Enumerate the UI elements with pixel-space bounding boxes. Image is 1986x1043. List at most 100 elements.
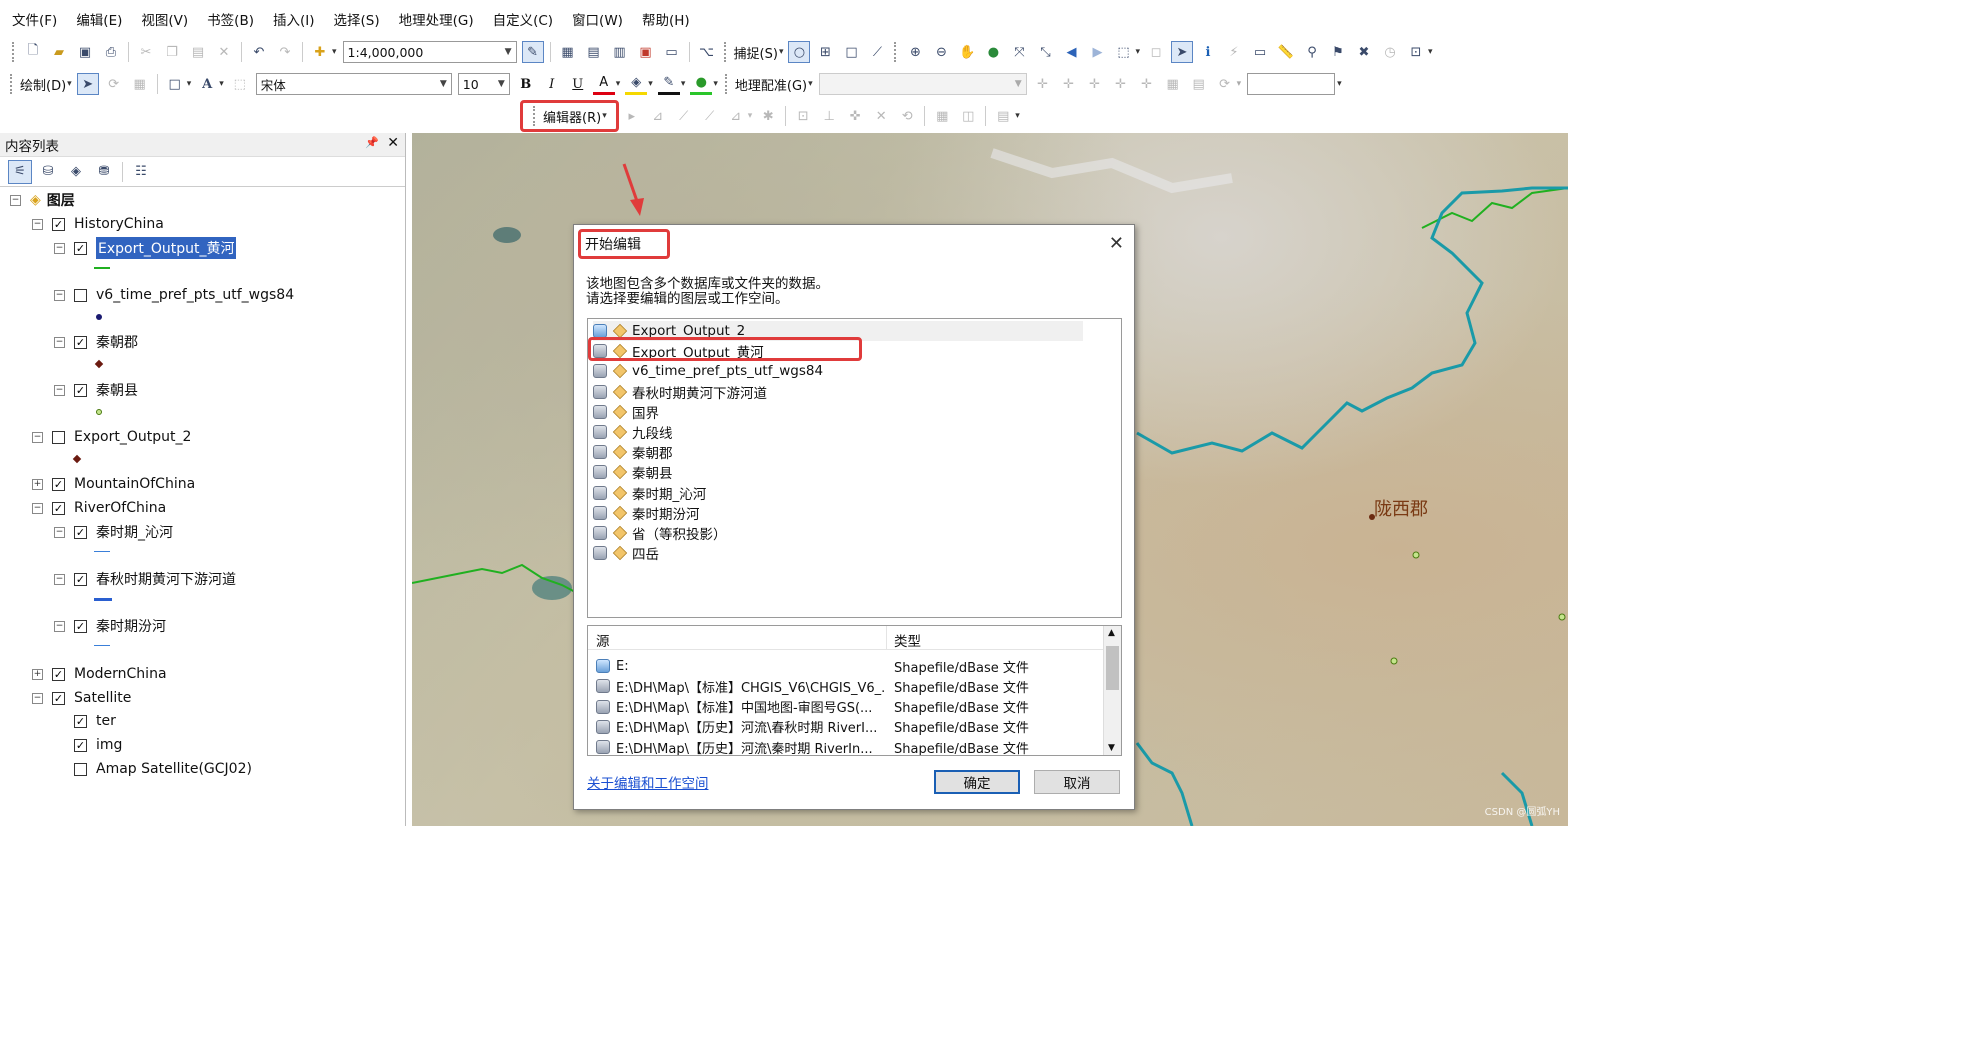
menu-selection[interactable]: 选择(S) [333,9,379,29]
workspace-item[interactable]: 秦时期_沁河 [593,483,706,503]
toc-layer[interactable]: − ✓ 秦时期汾河 [54,615,166,637]
toc-root[interactable]: − ◈ 图层 [10,189,75,211]
trace-dropdown-icon[interactable]: ▾ [748,111,753,121]
cancel-button[interactable]: 取消 [1034,770,1120,794]
layer-visibility-checkbox[interactable]: ✓ [52,691,65,705]
snapping-menu[interactable]: 捕捉(S) [734,43,778,62]
html-popup-icon[interactable]: ▭ [1249,41,1271,63]
marker-color-icon[interactable]: ● [690,73,713,95]
find-route-icon[interactable]: ⚑ [1327,41,1349,63]
line-color-dropdown-icon[interactable]: ▾ [681,79,686,89]
clear-selection-icon[interactable]: ◻ [1145,41,1167,63]
fill-color-dropdown-icon[interactable]: ▾ [648,79,653,89]
line-color-icon[interactable]: ✎ [657,73,680,95]
marker-color-dropdown-icon[interactable]: ▾ [713,79,718,89]
editor-toolbar-icon[interactable]: ✎ [521,41,544,63]
source-row[interactable]: E:\DH\Map\【标准】CHGIS_V6\CHGIS_V6_... Shape… [596,676,1096,696]
toc-layer[interactable]: − ✓ Satellite [32,687,131,709]
draw-dropdown-icon[interactable]: ▾ [67,79,72,89]
go-back-icon[interactable]: ◀ [1060,41,1082,63]
add-data-icon[interactable]: ✚ [309,41,331,63]
toc-layer[interactable]: − ✓ Export_Output_黄河 [54,237,237,259]
viewer-icon[interactable]: ▤ [1188,73,1210,95]
menu-bookmarks[interactable]: 书签(B) [207,9,254,29]
type-column-header[interactable]: 类型 [894,630,921,650]
layer-visibility-checkbox[interactable]: ✓ [74,383,87,397]
rectangle-dropdown-icon[interactable]: ▾ [187,79,192,89]
map-scale-combo[interactable]: 1:4,000,000 ▼ [342,41,517,63]
shift-georef-icon[interactable]: ✛ [1110,73,1132,95]
toc-layer[interactable]: − ✓ 秦朝郡 [54,331,138,353]
toc-layer[interactable]: − ✓ RiverOfChina [32,497,166,519]
create-viewer-icon[interactable]: ⊡ [1405,41,1427,63]
reshape-icon[interactable]: ⊥ [818,105,840,127]
list-by-visibility-icon[interactable]: ◈ [64,160,88,184]
font-combo[interactable]: 宋体 ▼ [255,73,452,95]
toc-layer[interactable]: − ✓ 春秋时期黄河下游河道 [54,568,236,590]
select-pointer-icon[interactable]: ➤ [76,73,99,95]
toolbar-grip[interactable] [894,42,898,62]
toc-layer[interactable]: − ✓ 秦时期_沁河 [54,521,173,543]
overflow-icon[interactable]: ▾ [1337,79,1342,89]
rotate-edit-icon[interactable]: ⟲ [896,105,918,127]
county-point[interactable] [1412,551,1420,559]
table-icon[interactable]: ▦ [557,41,579,63]
workspace-item[interactable]: 国界 [593,402,659,422]
workspace-item[interactable]: v6_time_pref_pts_utf_wgs84 [593,361,823,381]
zoom-whole-page-icon[interactable]: ▦ [129,73,151,95]
redo-icon[interactable]: ↷ [274,41,296,63]
arctoolbox-icon[interactable]: ▣ [635,41,657,63]
close-icon[interactable]: ✕ [1109,233,1124,254]
zoom-in-icon[interactable]: ⊕ [904,41,926,63]
end-point-arc-icon[interactable]: ⟋ [699,105,721,127]
source-row[interactable]: E:\DH\Map\【历史】河流\秦时期 RiverIn... Shapefile… [596,737,1096,755]
menu-insert[interactable]: 插入(I) [273,9,315,29]
font-color-icon[interactable]: A [592,73,615,95]
column-divider[interactable] [886,626,887,650]
menu-help[interactable]: 帮助(H) [642,9,690,29]
hyperlink-icon[interactable]: ⚡ [1223,41,1245,63]
menu-edit[interactable]: 编辑(E) [76,9,122,29]
layer-visibility-checkbox[interactable]: ✓ [52,667,65,681]
toc-layer[interactable]: ✓ ter [54,710,116,732]
toc-layer[interactable]: − ✓ HistoryChina [32,213,164,235]
catalog-icon[interactable]: ▤ [583,41,605,63]
layer-visibility-checkbox[interactable] [74,288,87,302]
workspace-item[interactable]: 秦时期汾河 [593,503,700,523]
create-features-icon[interactable]: ▤ [992,105,1014,127]
italic-button[interactable]: I [541,73,563,95]
about-editing-link[interactable]: 关于编辑和工作空间 [587,772,709,792]
layer-visibility-checkbox[interactable]: ✓ [74,738,87,752]
workspace-item[interactable]: 省（等积投影） [593,523,727,543]
layer-visibility-checkbox[interactable]: ✓ [74,619,87,633]
layer-visibility-checkbox[interactable]: ✓ [74,525,87,539]
menu-geoprocessing[interactable]: 地理处理(G) [399,9,474,29]
font-size-combo[interactable]: 10 ▼ [457,73,510,95]
full-extent-icon[interactable]: ● [982,41,1004,63]
text-icon[interactable]: A [196,73,218,95]
scroll-up-icon[interactable]: ▲ [1108,628,1115,638]
menu-customize[interactable]: 自定义(C) [493,9,553,29]
view-link-table-icon[interactable]: ▦ [1162,73,1184,95]
pin-icon[interactable]: 📌 [365,136,379,149]
georeferencing-menu[interactable]: 地理配准(G) [735,75,807,94]
collapse-icon[interactable]: − [54,384,65,396]
search-window-icon[interactable]: ▥ [609,41,631,63]
scroll-down-icon[interactable]: ▼ [1108,743,1115,753]
time-slider-icon[interactable]: ◷ [1379,41,1401,63]
overflow-icon[interactable]: ▾ [1015,111,1020,121]
vertex-snapping-icon[interactable]: □ [840,41,862,63]
workspace-item[interactable]: 秦朝县 [593,462,673,482]
collapse-icon[interactable]: − [54,289,65,301]
collapse-icon[interactable]: − [54,573,65,585]
list-by-source-icon[interactable]: ⛁ [36,160,60,184]
rotate-georef-icon[interactable]: ✛ [1084,73,1106,95]
collapse-icon[interactable]: − [54,620,65,632]
menu-file[interactable]: 文件(F) [12,9,57,29]
toc-layer[interactable]: + ✓ MountainOfChina [32,473,195,495]
menu-windows[interactable]: 窗口(W) [572,9,623,29]
straight-segment-icon[interactable]: ⟋ [673,105,695,127]
end-snapping-icon[interactable]: ⊞ [814,41,836,63]
menu-view[interactable]: 视图(V) [141,9,188,29]
county-point[interactable] [1390,657,1398,665]
